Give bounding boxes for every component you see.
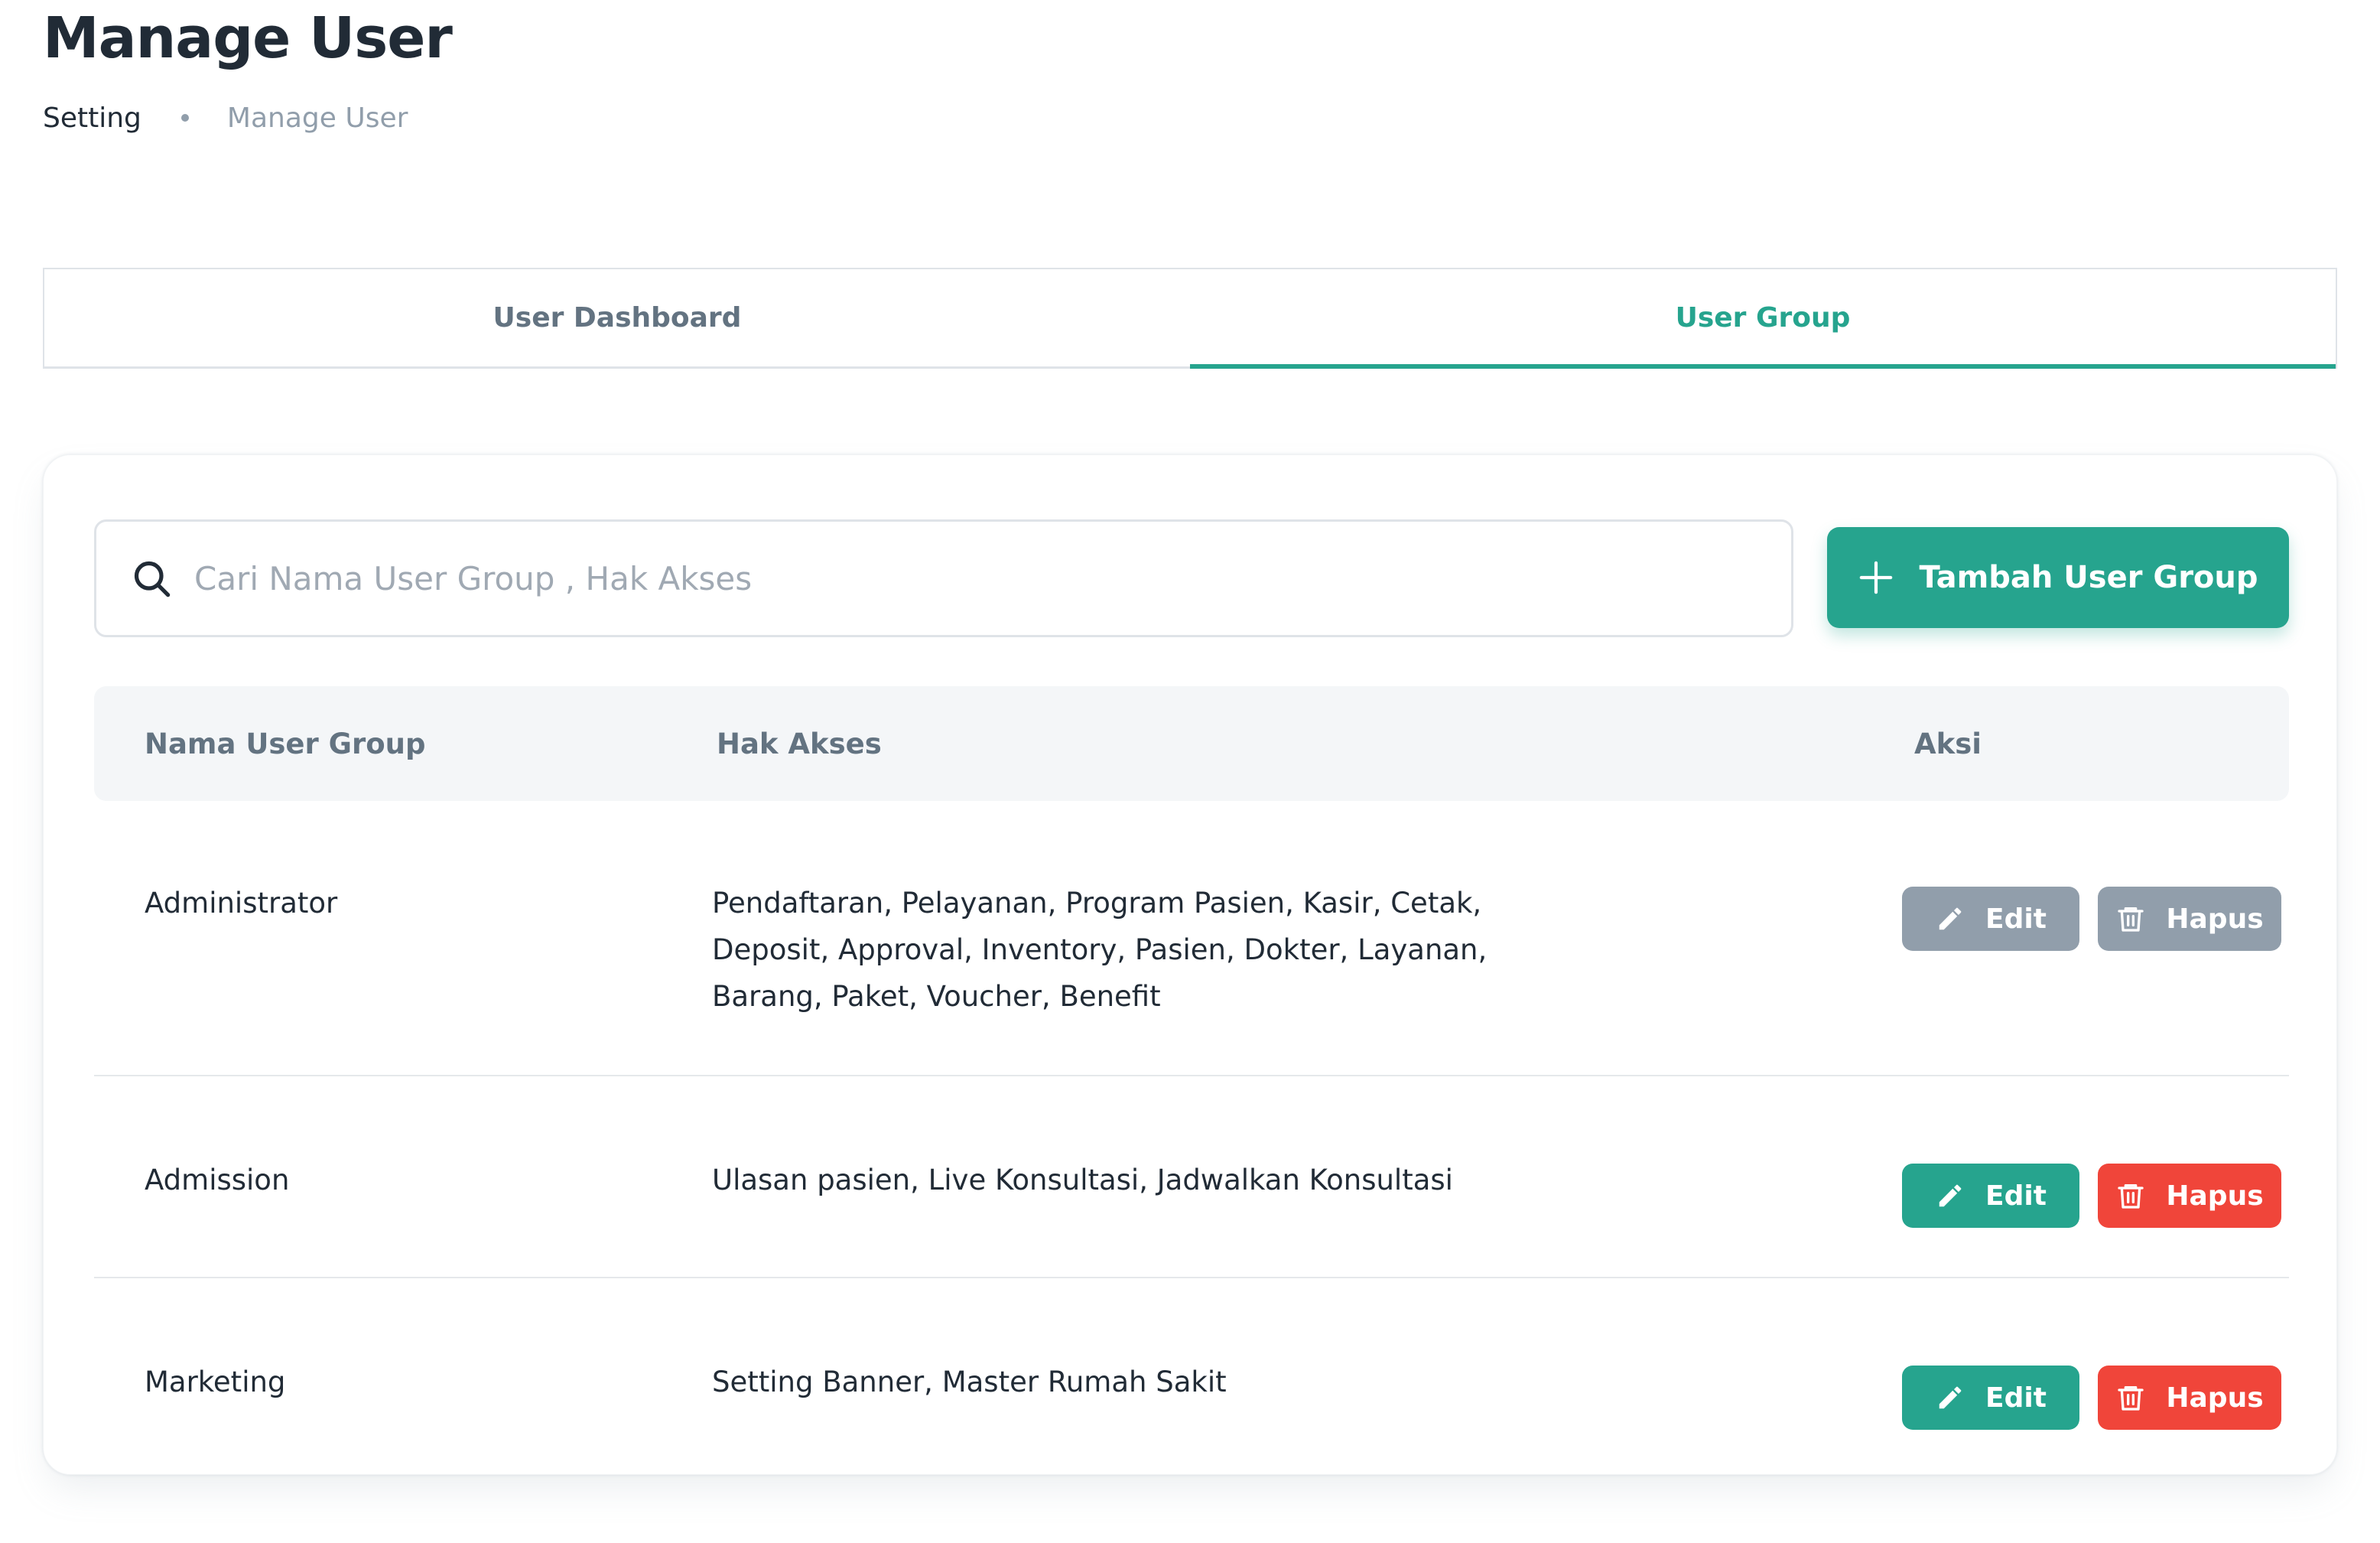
- tab-user-dashboard[interactable]: User Dashboard: [44, 269, 1190, 366]
- tab-user-group[interactable]: User Group: [1190, 269, 2336, 369]
- group-access: Ulasan pasien, Live Konsultasi, Jadwalka…: [712, 1164, 1453, 1196]
- table-row: Administrator Pendaftaran, Pelayanan, Pr…: [94, 801, 2289, 1076]
- user-group-table: Nama User Group Hak Akses Aksi Administr…: [94, 686, 2289, 1477]
- delete-button[interactable]: Hapus: [2098, 1164, 2281, 1228]
- group-name: Marketing: [145, 1366, 286, 1398]
- breadcrumb-separator: [180, 114, 189, 122]
- breadcrumb-setting[interactable]: Setting: [43, 103, 141, 134]
- group-access: Pendaftaran, Pelayanan, Program Pasien, …: [712, 887, 1488, 1013]
- breadcrumb: Setting Manage User: [43, 95, 408, 141]
- edit-label: Edit: [1985, 1382, 2047, 1414]
- delete-button[interactable]: Hapus: [2098, 1366, 2281, 1430]
- add-user-group-button[interactable]: Tambah User Group: [1827, 527, 2289, 628]
- delete-label: Hapus: [2166, 903, 2264, 935]
- group-name: Administrator: [145, 887, 338, 920]
- table-row: Admission Ulasan pasien, Live Konsultasi…: [94, 1076, 2289, 1278]
- tab-bar: User Dashboard User Group: [43, 268, 2337, 369]
- delete-label: Hapus: [2166, 1180, 2264, 1212]
- pencil-icon: [1935, 1382, 1965, 1413]
- search-icon: [130, 557, 173, 600]
- group-name: Admission: [145, 1164, 290, 1196]
- group-access: Setting Banner, Master Rumah Sakit: [712, 1366, 1227, 1398]
- edit-label: Edit: [1985, 1180, 2047, 1212]
- row-actions: Edit Hapus: [1902, 1164, 2281, 1228]
- row-actions: Edit Hapus: [1902, 1366, 2281, 1430]
- add-user-group-label: Tambah User Group: [1919, 560, 2258, 595]
- table-header: Nama User Group Hak Akses Aksi: [94, 686, 2289, 801]
- page-title: Manage User: [43, 5, 453, 71]
- plus-icon: [1858, 559, 1894, 596]
- column-header-actions: Aksi: [1914, 727, 1982, 760]
- pencil-icon: [1935, 903, 1965, 934]
- pencil-icon: [1935, 1180, 1965, 1211]
- trash-icon: [2115, 1382, 2146, 1413]
- column-header-access: Hak Akses: [717, 727, 882, 760]
- delete-label: Hapus: [2166, 1382, 2264, 1414]
- edit-label: Edit: [1985, 903, 2047, 935]
- column-header-name: Nama User Group: [145, 727, 426, 760]
- edit-button[interactable]: Edit: [1902, 1164, 2079, 1228]
- search-input[interactable]: [193, 558, 1649, 598]
- breadcrumb-current: Manage User: [226, 102, 408, 134]
- row-actions: Edit Hapus: [1902, 887, 2281, 951]
- trash-icon: [2115, 1180, 2146, 1211]
- user-group-card: Tambah User Group Nama User Group Hak Ak…: [43, 454, 2337, 1475]
- delete-button[interactable]: Hapus: [2098, 887, 2281, 951]
- search-box[interactable]: [94, 519, 1793, 637]
- edit-button[interactable]: Edit: [1902, 1366, 2079, 1430]
- trash-icon: [2115, 903, 2146, 934]
- edit-button[interactable]: Edit: [1902, 887, 2079, 951]
- table-row: Marketing Setting Banner, Master Rumah S…: [94, 1278, 2289, 1477]
